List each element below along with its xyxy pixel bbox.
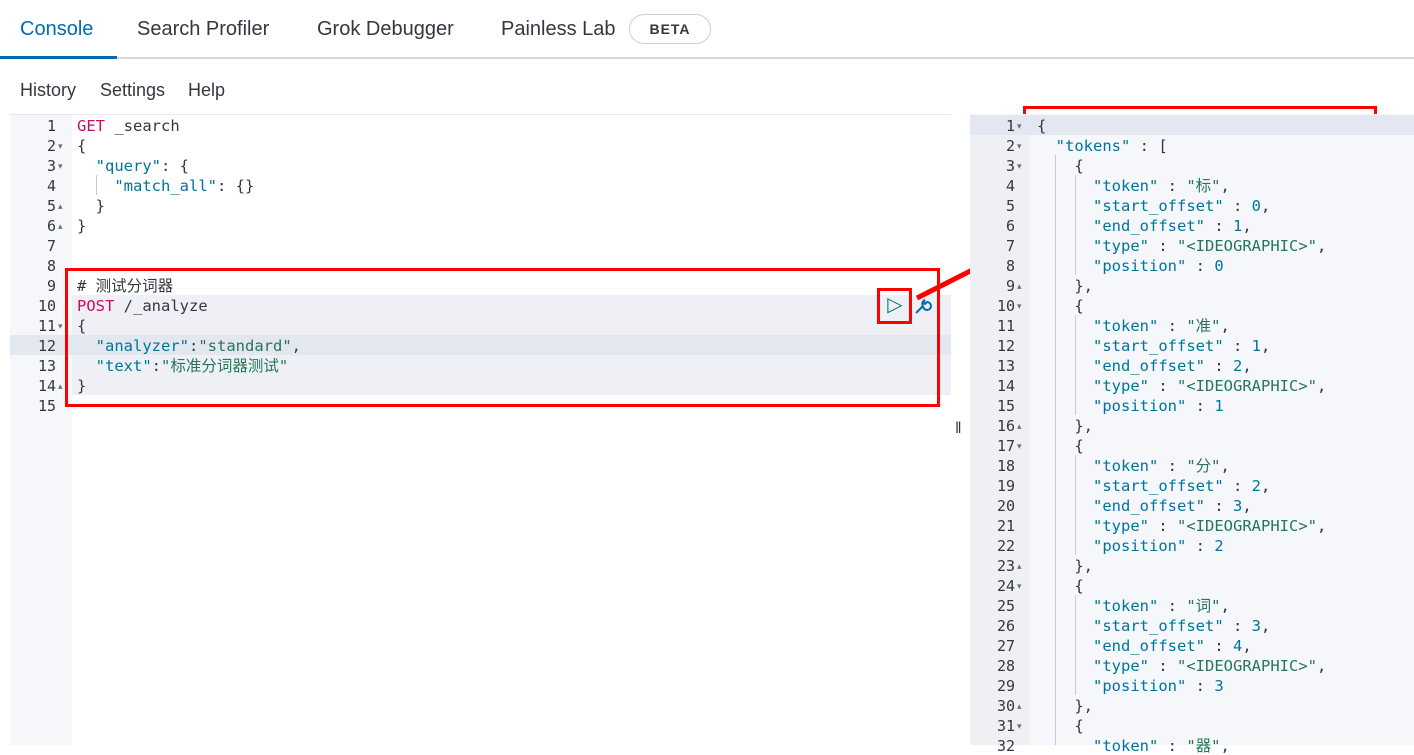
indent-guide xyxy=(1075,455,1076,555)
line-number: 25 xyxy=(996,597,1015,615)
line-number: 28 xyxy=(996,657,1015,675)
code-line: }, xyxy=(1037,697,1093,715)
line-number: 7 xyxy=(1005,237,1015,255)
code-line: "type" : "<IDEOGRAPHIC>", xyxy=(1093,377,1327,395)
code-line: }, xyxy=(1037,277,1093,295)
code-line: "tokens" : [ xyxy=(1055,137,1168,155)
fold-down-icon[interactable]: ▾ xyxy=(1017,716,1022,736)
code-line: "token" : "器", xyxy=(1093,737,1230,755)
code-line: "token" : "标", xyxy=(1093,177,1230,195)
line-number: 20 xyxy=(996,497,1015,515)
code-line: "position" : 3 xyxy=(1093,677,1224,695)
line-number: 32 xyxy=(996,737,1015,755)
line-number: 30 xyxy=(996,697,1015,715)
code-line: "position" : 1 xyxy=(1093,397,1224,415)
line-number: 3 xyxy=(1005,157,1015,175)
line-number: 21 xyxy=(996,517,1015,535)
line-number: 19 xyxy=(996,477,1015,495)
code-line: "token" : "准", xyxy=(1093,317,1230,335)
line-number: 29 xyxy=(996,677,1015,695)
code-line: "token" : "分", xyxy=(1093,457,1230,475)
code-line: "type" : "<IDEOGRAPHIC>", xyxy=(1093,517,1327,535)
code-line: }, xyxy=(1037,557,1093,575)
fold-down-icon[interactable]: ▾ xyxy=(1017,576,1022,596)
fold-up-icon[interactable]: ▴ xyxy=(1017,696,1022,716)
code-line: "end_offset" : 3, xyxy=(1093,497,1252,515)
line-number: 24 xyxy=(996,577,1015,595)
code-line: "position" : 2 xyxy=(1093,537,1224,555)
indent-guide xyxy=(1075,315,1076,415)
code-line: "start_offset" : 2, xyxy=(1093,477,1271,495)
fold-down-icon[interactable]: ▾ xyxy=(1017,156,1022,176)
line-number: 15 xyxy=(996,397,1015,415)
code-line: "start_offset" : 0, xyxy=(1093,197,1271,215)
panel-splitter[interactable]: ‖ xyxy=(955,420,962,438)
line-number: 6 xyxy=(1005,217,1015,235)
line-number: 4 xyxy=(1005,177,1015,195)
fold-down-icon[interactable]: ▾ xyxy=(1017,296,1022,316)
line-number: 8 xyxy=(1005,257,1015,275)
fold-down-icon[interactable]: ▾ xyxy=(1017,116,1022,136)
code-line: "end_offset" : 4, xyxy=(1093,637,1252,655)
code-line: "position" : 0 xyxy=(1093,257,1224,275)
fold-up-icon[interactable]: ▴ xyxy=(1017,556,1022,576)
fold-down-icon[interactable]: ▾ xyxy=(1017,136,1022,156)
line-number: 2 xyxy=(1005,137,1015,155)
code-line: { xyxy=(1037,437,1084,455)
line-number: 10 xyxy=(996,297,1015,315)
line-number: 23 xyxy=(996,557,1015,575)
line-number: 14 xyxy=(996,377,1015,395)
indent-guide xyxy=(1055,155,1056,745)
line-number: 22 xyxy=(996,537,1015,555)
line-number: 5 xyxy=(1005,197,1015,215)
indent-guide xyxy=(1075,595,1076,695)
code-line: "end_offset" : 1, xyxy=(1093,217,1252,235)
line-number: 27 xyxy=(996,637,1015,655)
code-line: { xyxy=(1037,297,1084,315)
fold-up-icon[interactable]: ▴ xyxy=(1017,276,1022,296)
line-number: 18 xyxy=(996,457,1015,475)
line-number: 9 xyxy=(1005,277,1015,295)
line-number: 16 xyxy=(996,417,1015,435)
code-line: "token" : "词", xyxy=(1093,597,1230,615)
line-number: 31 xyxy=(996,717,1015,735)
code-line: { xyxy=(1037,117,1047,135)
code-line: "start_offset" : 1, xyxy=(1093,337,1271,355)
fold-down-icon[interactable]: ▾ xyxy=(1017,436,1022,456)
line-number: 11 xyxy=(996,317,1015,335)
indent-guide xyxy=(96,175,97,195)
line-number: 1 xyxy=(1005,117,1015,135)
line-number: 12 xyxy=(996,337,1015,355)
code-line: "end_offset" : 2, xyxy=(1093,357,1252,375)
code-line: { xyxy=(1037,577,1084,595)
code-line: "type" : "<IDEOGRAPHIC>", xyxy=(1093,657,1327,675)
line-number: 17 xyxy=(996,437,1015,455)
fold-up-icon[interactable]: ▴ xyxy=(1017,416,1022,436)
code-line: { xyxy=(1037,717,1084,735)
code-line: }, xyxy=(1037,417,1093,435)
indent-guide xyxy=(1075,175,1076,275)
line-number: 26 xyxy=(996,617,1015,635)
code-line: { xyxy=(1037,157,1084,175)
code-line: "start_offset" : 3, xyxy=(1093,617,1271,635)
code-line: "type" : "<IDEOGRAPHIC>", xyxy=(1093,237,1327,255)
line-number: 13 xyxy=(996,357,1015,375)
